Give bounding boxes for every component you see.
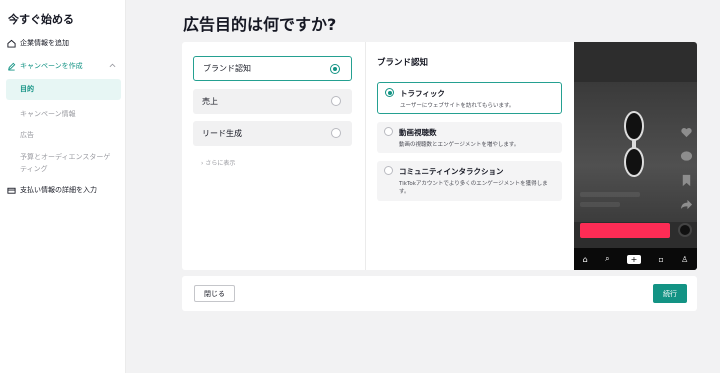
radio-unselected[interactable]: [384, 127, 393, 136]
option-traffic[interactable]: トラフィック ユーザーにウェブサイトを訪れてもらいます。: [377, 82, 562, 114]
tiktok-tab-bar: ⌂ ⌕ + ▫ ♙: [574, 248, 697, 270]
bookmark-icon: [682, 174, 691, 187]
sidebar-item-company-info[interactable]: 企業情報を追加: [0, 38, 126, 48]
edit-icon: [7, 62, 16, 71]
sidebar-subitem-campaign-info[interactable]: キャンペーン情報: [6, 109, 121, 119]
radio-selected[interactable]: [330, 64, 340, 74]
objective-brand-awareness[interactable]: ブランド認知: [193, 56, 352, 81]
option-desc: ユーザーにウェブサイトを訪れてもらいます。: [400, 103, 515, 109]
plus-icon: +: [626, 254, 641, 264]
objective-sales[interactable]: 売上: [193, 89, 352, 114]
column-divider: [365, 42, 366, 270]
option-desc: 動画の視聴数とエンゲージメントを増やします。: [399, 142, 520, 148]
sidebar: 今すぐ始める 企業情報を追加 キャンペーンを作成 目的 キャンペーン情報 広告 …: [0, 0, 126, 373]
music-disc-icon: [678, 223, 692, 237]
sidebar-subitem-objective[interactable]: 目的: [6, 79, 121, 100]
sidebar-title: 今すぐ始める: [8, 13, 74, 26]
objective-label: ブランド認知: [203, 64, 251, 73]
radio-unselected[interactable]: [331, 96, 341, 106]
search-icon: ⌕: [605, 254, 610, 263]
continue-button[interactable]: 続行: [653, 284, 687, 303]
option-title: 動画視聴数: [399, 128, 437, 137]
close-button[interactable]: 閉じる: [194, 285, 235, 302]
objective-label: リード生成: [202, 129, 242, 138]
sidebar-subitem-ad[interactable]: 広告: [6, 130, 121, 140]
show-more-label: さらに表示: [205, 160, 236, 167]
objective-card: ブランド認知 売上 リード生成 › さらに表示 ブランド認知 トラフィック ユー…: [182, 42, 697, 270]
sidebar-item-label: キャンペーンを作成: [20, 62, 83, 70]
objective-lead-gen[interactable]: リード生成: [193, 121, 352, 146]
option-video-views[interactable]: 動画視聴数 動画の視聴数とエンゲージメントを増やします。: [377, 122, 562, 153]
inbox-icon: ▫: [658, 254, 664, 264]
home-icon: ⌂: [582, 254, 588, 264]
profile-icon: ♙: [681, 254, 689, 264]
heart-icon: [681, 128, 692, 138]
home-icon: [7, 39, 16, 48]
radio-selected[interactable]: [385, 88, 394, 97]
comment-icon: [680, 151, 693, 161]
sidebar-item-create-campaign[interactable]: キャンペーンを作成: [0, 61, 126, 71]
option-desc: TikTokアカウントでより多くのエンゲージメントを獲得します。: [399, 181, 548, 195]
sidebar-item-payment[interactable]: 支払い情報の詳細を入力: [0, 185, 126, 195]
sidebar-subitem-budget-cont: ティング: [20, 165, 48, 173]
page-title: 広告目的は何ですか?: [183, 15, 337, 34]
sidebar-item-label: 支払い情報の詳細を入力: [20, 186, 97, 194]
detail-title: ブランド認知: [377, 58, 429, 68]
chevron-up-icon[interactable]: [109, 62, 116, 70]
cta-button-preview: [580, 223, 670, 238]
share-icon: [680, 199, 693, 210]
card-icon: [7, 186, 16, 195]
sunglasses-image: [624, 111, 644, 177]
objective-label: 売上: [202, 97, 218, 106]
phone-preview: ⌂ ⌕ + ▫ ♙: [574, 42, 697, 270]
option-title: コミュニティインタラクション: [399, 167, 504, 176]
radio-unselected[interactable]: [331, 128, 341, 138]
show-more-link[interactable]: › さらに表示: [201, 158, 235, 167]
sidebar-item-label: 企業情報を追加: [20, 39, 69, 47]
radio-unselected[interactable]: [384, 166, 393, 175]
caption-placeholder: [580, 192, 640, 197]
option-community[interactable]: コミュニティインタラクション TikTokアカウントでより多くのエンゲージメント…: [377, 161, 562, 201]
option-title: トラフィック: [400, 89, 445, 98]
footer-bar: 閉じる 続行: [182, 276, 697, 311]
sidebar-subitem-budget[interactable]: 予算とオーディエンスターゲ: [6, 152, 121, 162]
caption-placeholder: [580, 202, 620, 207]
